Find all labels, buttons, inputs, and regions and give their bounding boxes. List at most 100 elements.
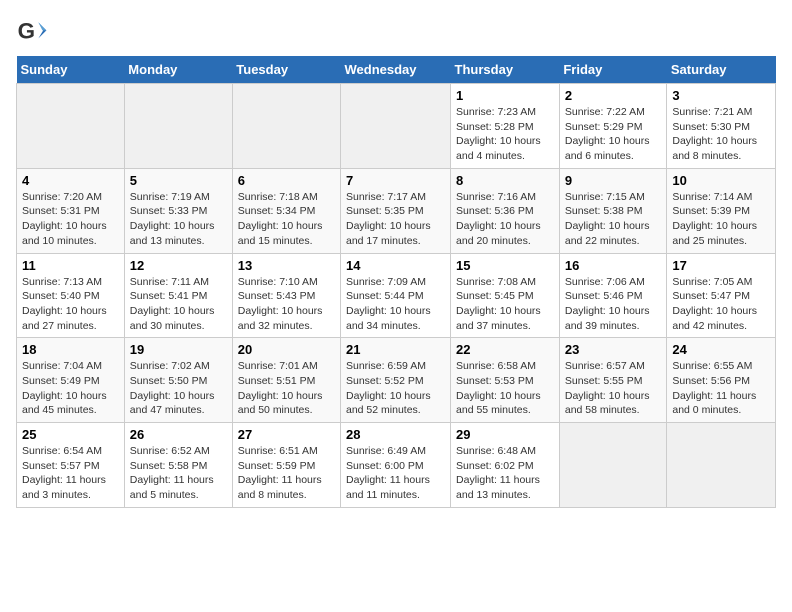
day-info: Sunrise: 7:19 AM Sunset: 5:33 PM Dayligh… [130, 190, 227, 249]
week-row-3: 11 Sunrise: 7:13 AM Sunset: 5:40 PM Dayli… [17, 253, 776, 338]
day-info: Sunrise: 7:14 AM Sunset: 5:39 PM Dayligh… [672, 190, 770, 249]
week-row-5: 25 Sunrise: 6:54 AM Sunset: 5:57 PM Dayli… [17, 423, 776, 508]
calendar-cell [667, 423, 776, 508]
day-info: Sunrise: 7:15 AM Sunset: 5:38 PM Dayligh… [565, 190, 662, 249]
day-number: 14 [346, 258, 445, 273]
calendar-cell: 1 Sunrise: 7:23 AM Sunset: 5:28 PM Daylig… [451, 84, 560, 169]
calendar-cell: 14 Sunrise: 7:09 AM Sunset: 5:44 PM Dayli… [341, 253, 451, 338]
calendar-cell: 7 Sunrise: 7:17 AM Sunset: 5:35 PM Daylig… [341, 168, 451, 253]
logo-icon: G [16, 16, 48, 48]
day-info: Sunrise: 7:16 AM Sunset: 5:36 PM Dayligh… [456, 190, 554, 249]
day-number: 11 [22, 258, 119, 273]
calendar-cell: 21 Sunrise: 6:59 AM Sunset: 5:52 PM Dayli… [341, 338, 451, 423]
day-info: Sunrise: 6:54 AM Sunset: 5:57 PM Dayligh… [22, 444, 119, 503]
header-day-sunday: Sunday [17, 56, 125, 84]
day-number: 3 [672, 88, 770, 103]
header-day-wednesday: Wednesday [341, 56, 451, 84]
day-number: 16 [565, 258, 662, 273]
day-info: Sunrise: 6:55 AM Sunset: 5:56 PM Dayligh… [672, 359, 770, 418]
calendar-cell: 9 Sunrise: 7:15 AM Sunset: 5:38 PM Daylig… [559, 168, 667, 253]
day-number: 23 [565, 342, 662, 357]
day-info: Sunrise: 7:06 AM Sunset: 5:46 PM Dayligh… [565, 275, 662, 334]
calendar-cell: 20 Sunrise: 7:01 AM Sunset: 5:51 PM Dayli… [232, 338, 340, 423]
day-info: Sunrise: 6:57 AM Sunset: 5:55 PM Dayligh… [565, 359, 662, 418]
day-number: 1 [456, 88, 554, 103]
calendar-cell: 28Sunrise: 6:49 AM Sunset: 6:00 PM Dayli… [341, 423, 451, 508]
week-row-1: 1 Sunrise: 7:23 AM Sunset: 5:28 PM Daylig… [17, 84, 776, 169]
page-header: G [16, 16, 776, 48]
day-info: Sunrise: 7:01 AM Sunset: 5:51 PM Dayligh… [238, 359, 335, 418]
calendar-cell [232, 84, 340, 169]
day-number: 24 [672, 342, 770, 357]
day-info: Sunrise: 7:13 AM Sunset: 5:40 PM Dayligh… [22, 275, 119, 334]
day-info: Sunrise: 7:21 AM Sunset: 5:30 PM Dayligh… [672, 105, 770, 164]
calendar-cell: 5 Sunrise: 7:19 AM Sunset: 5:33 PM Daylig… [124, 168, 232, 253]
day-number: 6 [238, 173, 335, 188]
calendar-cell [124, 84, 232, 169]
calendar-cell: 24 Sunrise: 6:55 AM Sunset: 5:56 PM Dayli… [667, 338, 776, 423]
day-number: 17 [672, 258, 770, 273]
calendar-cell: 15Sunrise: 7:08 AM Sunset: 5:45 PM Dayli… [451, 253, 560, 338]
day-info: Sunrise: 6:59 AM Sunset: 5:52 PM Dayligh… [346, 359, 445, 418]
day-number: 27 [238, 427, 335, 442]
header-row: SundayMondayTuesdayWednesdayThursdayFrid… [17, 56, 776, 84]
day-number: 15 [456, 258, 554, 273]
calendar-cell: 2 Sunrise: 7:22 AM Sunset: 5:29 PM Daylig… [559, 84, 667, 169]
calendar-cell: 12 Sunrise: 7:11 AM Sunset: 5:41 PM Dayli… [124, 253, 232, 338]
day-info: Sunrise: 7:11 AM Sunset: 5:41 PM Dayligh… [130, 275, 227, 334]
day-number: 21 [346, 342, 445, 357]
calendar-cell: 23 Sunrise: 6:57 AM Sunset: 5:55 PM Dayli… [559, 338, 667, 423]
calendar-cell: 11 Sunrise: 7:13 AM Sunset: 5:40 PM Dayli… [17, 253, 125, 338]
day-number: 9 [565, 173, 662, 188]
day-number: 2 [565, 88, 662, 103]
calendar-cell: 22 Sunrise: 6:58 AM Sunset: 5:53 PM Dayli… [451, 338, 560, 423]
day-number: 12 [130, 258, 227, 273]
day-info: Sunrise: 6:58 AM Sunset: 5:53 PM Dayligh… [456, 359, 554, 418]
day-number: 13 [238, 258, 335, 273]
day-number: 7 [346, 173, 445, 188]
day-number: 29 [456, 427, 554, 442]
calendar-table: SundayMondayTuesdayWednesdayThursdayFrid… [16, 56, 776, 508]
week-row-2: 4 Sunrise: 7:20 AM Sunset: 5:31 PM Daylig… [17, 168, 776, 253]
day-info: Sunrise: 7:04 AM Sunset: 5:49 PM Dayligh… [22, 359, 119, 418]
calendar-cell [17, 84, 125, 169]
calendar-cell: 4 Sunrise: 7:20 AM Sunset: 5:31 PM Daylig… [17, 168, 125, 253]
calendar-cell: 16 Sunrise: 7:06 AM Sunset: 5:46 PM Dayli… [559, 253, 667, 338]
day-number: 26 [130, 427, 227, 442]
day-number: 10 [672, 173, 770, 188]
calendar-cell: 10 Sunrise: 7:14 AM Sunset: 5:39 PM Dayli… [667, 168, 776, 253]
week-row-4: 18 Sunrise: 7:04 AM Sunset: 5:49 PM Dayli… [17, 338, 776, 423]
day-number: 25 [22, 427, 119, 442]
calendar-cell: 25 Sunrise: 6:54 AM Sunset: 5:57 PM Dayli… [17, 423, 125, 508]
day-number: 19 [130, 342, 227, 357]
day-info: Sunrise: 6:49 AM Sunset: 6:00 PM Dayligh… [346, 444, 445, 503]
day-info: Sunrise: 7:09 AM Sunset: 5:44 PM Dayligh… [346, 275, 445, 334]
calendar-cell: 27 Sunrise: 6:51 AM Sunset: 5:59 PM Dayli… [232, 423, 340, 508]
calendar-cell: 8 Sunrise: 7:16 AM Sunset: 5:36 PM Daylig… [451, 168, 560, 253]
svg-text:G: G [18, 18, 35, 43]
header-day-monday: Monday [124, 56, 232, 84]
calendar-cell: 18 Sunrise: 7:04 AM Sunset: 5:49 PM Dayli… [17, 338, 125, 423]
day-info: Sunrise: 7:23 AM Sunset: 5:28 PM Dayligh… [456, 105, 554, 164]
day-number: 8 [456, 173, 554, 188]
day-info: Sunrise: 7:20 AM Sunset: 5:31 PM Dayligh… [22, 190, 119, 249]
calendar-cell: 26 Sunrise: 6:52 AM Sunset: 5:58 PM Dayli… [124, 423, 232, 508]
header-day-friday: Friday [559, 56, 667, 84]
day-number: 5 [130, 173, 227, 188]
calendar-cell [341, 84, 451, 169]
day-info: Sunrise: 7:17 AM Sunset: 5:35 PM Dayligh… [346, 190, 445, 249]
calendar-cell: 17 Sunrise: 7:05 AM Sunset: 5:47 PM Dayli… [667, 253, 776, 338]
calendar-cell: 29Sunrise: 6:48 AM Sunset: 6:02 PM Dayli… [451, 423, 560, 508]
day-number: 20 [238, 342, 335, 357]
day-info: Sunrise: 7:05 AM Sunset: 5:47 PM Dayligh… [672, 275, 770, 334]
day-info: Sunrise: 7:10 AM Sunset: 5:43 PM Dayligh… [238, 275, 335, 334]
calendar-cell: 19 Sunrise: 7:02 AM Sunset: 5:50 PM Dayli… [124, 338, 232, 423]
day-info: Sunrise: 7:02 AM Sunset: 5:50 PM Dayligh… [130, 359, 227, 418]
day-number: 18 [22, 342, 119, 357]
day-number: 22 [456, 342, 554, 357]
day-info: Sunrise: 6:51 AM Sunset: 5:59 PM Dayligh… [238, 444, 335, 503]
day-info: Sunrise: 7:22 AM Sunset: 5:29 PM Dayligh… [565, 105, 662, 164]
calendar-cell: 13 Sunrise: 7:10 AM Sunset: 5:43 PM Dayli… [232, 253, 340, 338]
day-info: Sunrise: 6:52 AM Sunset: 5:58 PM Dayligh… [130, 444, 227, 503]
day-number: 4 [22, 173, 119, 188]
